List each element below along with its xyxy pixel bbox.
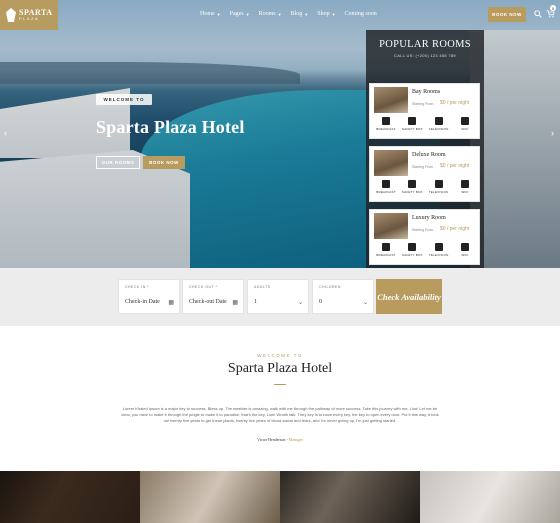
booking-form: CHECK IN * Check-in Date ▦ CHECK OUT * C… bbox=[0, 268, 560, 326]
nav-item-pages[interactable]: Pages ▼ bbox=[230, 11, 250, 17]
television-icon bbox=[434, 243, 443, 251]
logo-tagline: PLAZA bbox=[19, 16, 40, 21]
room-price: $0 / per night bbox=[440, 163, 470, 169]
chevron-down-icon: ▼ bbox=[245, 11, 250, 17]
gallery-image[interactable] bbox=[0, 471, 140, 523]
room-name[interactable]: Luxury Room bbox=[412, 215, 446, 221]
room-name[interactable]: Bay Rooms bbox=[412, 89, 440, 95]
helmet-icon bbox=[6, 8, 16, 22]
gallery-image[interactable] bbox=[420, 471, 560, 523]
adults-select[interactable]: ADULTS 1 ⌄ bbox=[247, 279, 309, 314]
room-card[interactable]: Luxury Room Starting From : $0 / per nig… bbox=[369, 209, 480, 265]
check-in-field[interactable]: CHECK IN * Check-in Date ▦ bbox=[118, 279, 180, 314]
nav-item-coming-soon[interactable]: Coming soon bbox=[345, 11, 377, 17]
hero-title: Sparta Plaza Hotel bbox=[96, 117, 245, 137]
chevron-down-icon: ▼ bbox=[216, 11, 221, 17]
about-paragraph: Lorem Khaled Ipsum is a major key to suc… bbox=[121, 406, 439, 423]
amenities: BREAKFAST SAFETY BOX TELEVISION WIFI bbox=[374, 243, 477, 257]
cart-icon[interactable] bbox=[546, 10, 555, 18]
hero-badge: WELCOME TO bbox=[96, 94, 152, 105]
calendar-icon: ▦ bbox=[232, 300, 238, 306]
check-availability-button[interactable]: Check Availability bbox=[376, 279, 442, 314]
site-logo[interactable]: SPARTA PLAZA bbox=[0, 0, 58, 30]
breakfast-icon bbox=[382, 243, 390, 251]
header-book-now-button[interactable]: BOOK NOW bbox=[488, 7, 526, 22]
wifi-icon bbox=[460, 243, 469, 251]
popular-rooms-title: POPULAR ROOMS bbox=[379, 39, 471, 50]
about-title: Sparta Plaza Hotel bbox=[227, 361, 333, 376]
room-card[interactable]: Deluxe Room Starting From : $0 / per nig… bbox=[369, 146, 480, 202]
our-rooms-button[interactable]: OUR ROOMS bbox=[96, 156, 140, 169]
wifi-icon bbox=[460, 180, 469, 188]
hero-book-now-button[interactable]: BOOK NOW bbox=[143, 156, 185, 169]
main-nav: Home ▼ Pages ▼ Rooms ▼ Blog ▼ Shop ▼ Coming s… bbox=[200, 11, 377, 17]
gallery-strip bbox=[0, 471, 560, 523]
chevron-down-icon: ▼ bbox=[304, 11, 309, 17]
signature: Victor Henderson - Manager bbox=[257, 437, 303, 442]
nav-item-home[interactable]: Home ▼ bbox=[200, 11, 221, 17]
safety-box-icon bbox=[408, 180, 417, 188]
call-us-text: CALL US: (+200) 123 456 789 bbox=[394, 53, 456, 58]
room-card[interactable]: Bay Rooms Starting From : $0 / per night… bbox=[369, 83, 480, 139]
check-out-field[interactable]: CHECK OUT * Check-out Date ▦ bbox=[182, 279, 244, 314]
author-name: Victor Henderson bbox=[257, 437, 286, 442]
amenities: BREAKFAST SAFETY BOX TELEVISION WIFI bbox=[374, 180, 477, 194]
chevron-down-icon: ⌄ bbox=[297, 300, 303, 306]
room-image bbox=[374, 87, 408, 113]
nav-item-blog[interactable]: Blog ▼ bbox=[291, 11, 309, 17]
television-icon bbox=[434, 117, 443, 125]
room-price: $0 / per night bbox=[440, 100, 470, 106]
wifi-icon bbox=[460, 117, 469, 125]
room-image bbox=[374, 150, 408, 176]
author-role: Manager bbox=[288, 437, 303, 442]
slider-prev-icon[interactable]: ‹ bbox=[4, 128, 7, 138]
gallery-image[interactable] bbox=[280, 471, 420, 523]
room-image bbox=[374, 213, 408, 239]
title-divider bbox=[274, 384, 286, 385]
about-kicker: WELCOME TO bbox=[257, 353, 303, 358]
television-icon bbox=[434, 180, 443, 188]
nav-item-shop[interactable]: Shop ▼ bbox=[317, 11, 335, 17]
room-name[interactable]: Deluxe Room bbox=[412, 152, 446, 158]
chevron-down-icon: ▼ bbox=[331, 11, 336, 17]
breakfast-icon bbox=[382, 117, 390, 125]
breakfast-icon bbox=[382, 180, 390, 188]
calendar-icon: ▦ bbox=[168, 300, 174, 306]
chevron-down-icon: ⌄ bbox=[362, 300, 368, 306]
cart-count-badge: 0 bbox=[550, 5, 556, 11]
nav-item-rooms[interactable]: Rooms ▼ bbox=[259, 11, 282, 17]
safety-box-icon bbox=[408, 243, 417, 251]
gallery-image[interactable] bbox=[140, 471, 280, 523]
safety-box-icon bbox=[408, 117, 417, 125]
children-select[interactable]: CHILDREN 0 ⌄ bbox=[312, 279, 374, 314]
room-price: $0 / per night bbox=[440, 226, 470, 232]
amenities: BREAKFAST SAFETY BOX TELEVISION WIFI bbox=[374, 117, 477, 131]
search-icon[interactable] bbox=[534, 10, 542, 18]
slider-next-icon[interactable]: › bbox=[551, 128, 554, 138]
chevron-down-icon: ▼ bbox=[277, 11, 282, 17]
